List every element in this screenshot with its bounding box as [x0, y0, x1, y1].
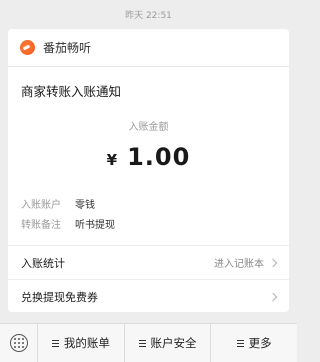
transfer-notice-card[interactable]: 番茄畅听 商家转账入账通知 入账金额 ¥ 1.00 入账账户 零钱 转账备注 听…	[8, 29, 289, 312]
info-row-remark: 转账备注 听书提现	[21, 213, 289, 233]
amount-label: 入账金额	[128, 122, 169, 133]
menu-label: 更多	[248, 336, 272, 350]
app-logo-icon	[20, 40, 35, 55]
menu-icon	[236, 339, 244, 347]
bottom-menu-bar: 我的账单 账户安全 更多	[0, 323, 297, 362]
keyboard-toggle-button[interactable]	[0, 324, 38, 362]
app-name: 番茄畅听	[43, 41, 92, 55]
info-list: 入账账户 零钱 转账备注 听书提现	[8, 193, 289, 233]
menu-account-security[interactable]: 账户安全	[125, 324, 212, 362]
info-row-account: 入账账户 零钱	[21, 193, 289, 213]
info-key: 转账备注	[21, 219, 61, 231]
chevron-right-icon	[268, 292, 278, 301]
menu-my-bills[interactable]: 我的账单	[38, 324, 125, 362]
info-key: 入账账户	[21, 199, 61, 211]
chevron-right-icon	[268, 258, 278, 267]
card-header[interactable]: 番茄畅听	[8, 29, 289, 67]
info-value: 零钱	[75, 199, 95, 211]
notice-title: 商家转账入账通知	[21, 84, 122, 99]
menu-label: 账户安全	[150, 336, 197, 350]
menu-icon	[138, 339, 146, 347]
currency-symbol: ¥	[106, 151, 118, 169]
row-redeem-coupon[interactable]: 兑换提现免费券	[8, 279, 289, 312]
row-action: 进入记账本	[214, 259, 264, 270]
info-value: 听书提现	[75, 219, 115, 231]
menu-more[interactable]: 更多	[211, 324, 297, 362]
row-label: 兑换提现免费券	[21, 290, 98, 304]
amount-display: ¥ 1.00	[8, 143, 289, 173]
menu-label: 我的账单	[63, 336, 110, 350]
menu-icon	[51, 339, 59, 347]
row-income-stats[interactable]: 入账统计 进入记账本	[8, 245, 289, 279]
row-label: 入账统计	[21, 256, 65, 270]
row-action-area[interactable]	[264, 292, 278, 301]
amount-value: 1.00	[127, 143, 191, 171]
keyboard-icon	[9, 334, 28, 352]
open-ledger-link[interactable]: 进入记账本	[214, 255, 278, 270]
message-timestamp: 昨天 22:51	[125, 11, 172, 21]
